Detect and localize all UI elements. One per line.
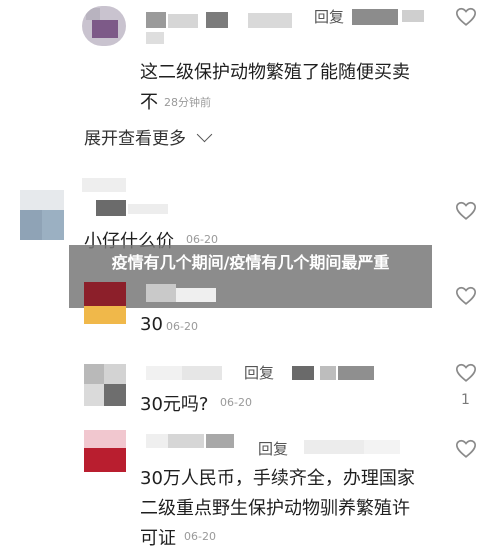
reply-target-mosaic xyxy=(304,440,364,454)
like-heart-icon[interactable] xyxy=(455,200,477,222)
reply-target-mosaic xyxy=(338,366,374,380)
like-heart-icon[interactable] xyxy=(455,362,477,384)
avatar[interactable] xyxy=(84,282,126,324)
comment-text: 不 xyxy=(140,92,158,113)
reply-label[interactable]: 回复 xyxy=(258,438,288,459)
avatar[interactable] xyxy=(82,6,126,46)
username-mosaic xyxy=(168,14,198,28)
like-heart-icon[interactable] xyxy=(455,6,477,28)
comment-text: 30万人民币，手续齐全，办理国家 xyxy=(140,468,415,489)
username-mosaic xyxy=(146,284,176,302)
avatar[interactable] xyxy=(84,430,126,472)
comment-text: 这二级保护动物繁殖了能随便买卖 xyxy=(140,62,410,83)
avatar[interactable] xyxy=(20,190,64,240)
avatar[interactable] xyxy=(84,364,126,406)
comment-time: 28分钟前 xyxy=(164,96,211,109)
reply-label[interactable]: 回复 xyxy=(244,362,274,383)
username-mosaic xyxy=(168,434,204,448)
username-mosaic xyxy=(146,12,166,28)
username-mosaic xyxy=(146,366,182,380)
overlay-title: 疫情有几个期间/疫情有几个期间最严重 xyxy=(111,253,390,272)
comment-text: 30元吗? xyxy=(140,394,209,415)
reply-target-mosaic xyxy=(364,440,400,454)
username-mosaic xyxy=(128,204,168,214)
username-mosaic xyxy=(82,178,126,192)
like-heart-icon[interactable] xyxy=(455,438,477,460)
username-mosaic xyxy=(248,13,292,28)
comment-text: 二级重点野生保护动物驯养繁殖许 xyxy=(140,498,410,519)
reply-target-mosaic xyxy=(320,366,336,380)
username-mosaic xyxy=(206,12,228,28)
username-mosaic xyxy=(182,366,222,380)
username-mosaic xyxy=(176,288,216,302)
expand-more-link[interactable]: 展开查看更多 xyxy=(84,124,213,149)
reply-target-mosaic xyxy=(402,10,424,22)
expand-more-label: 展开查看更多 xyxy=(84,129,186,149)
username-mosaic xyxy=(146,434,168,448)
reply-target-mosaic xyxy=(292,366,314,380)
comment-text: 30 xyxy=(140,314,163,335)
like-count: 1 xyxy=(461,392,470,408)
comment-time: 06-20 xyxy=(166,320,198,333)
comment-time: 06-20 xyxy=(220,396,252,409)
reply-target-mosaic xyxy=(352,9,398,25)
reply-label[interactable]: 回复 xyxy=(314,6,344,27)
chevron-down-icon xyxy=(197,126,213,143)
comment-time: 06-20 xyxy=(184,530,216,543)
username-mosaic xyxy=(206,434,234,448)
username-mosaic xyxy=(96,200,126,216)
like-heart-icon[interactable] xyxy=(455,285,477,307)
comment-text: 可证 xyxy=(140,528,176,549)
username-mosaic xyxy=(146,32,164,44)
